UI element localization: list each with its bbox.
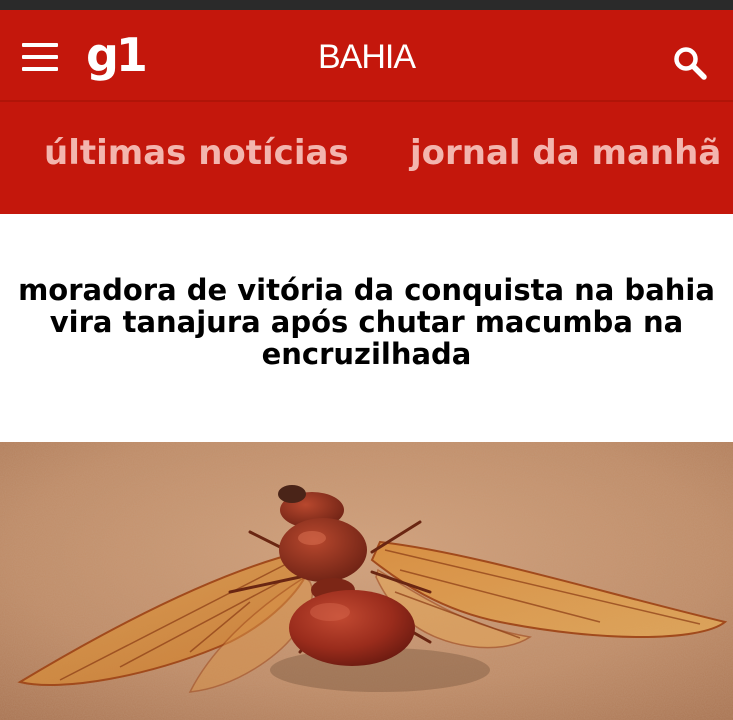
section-nav: últimas notícias jornal da manhã [0, 102, 733, 214]
nav-item-ultimas-noticias[interactable]: últimas notícias [44, 136, 349, 170]
status-strip [0, 0, 733, 10]
search-icon[interactable] [672, 46, 712, 82]
region-title: BAHIA [317, 38, 416, 76]
nav-item-jornal-da-manha[interactable]: jornal da manhã [410, 136, 721, 170]
article-photo[interactable] [0, 442, 733, 720]
headline-section: moradora de vitória da conquista na bahi… [0, 214, 733, 442]
article-headline[interactable]: moradora de vitória da conquista na bahi… [14, 274, 719, 370]
site-header: g1 BAHIA [0, 10, 733, 100]
